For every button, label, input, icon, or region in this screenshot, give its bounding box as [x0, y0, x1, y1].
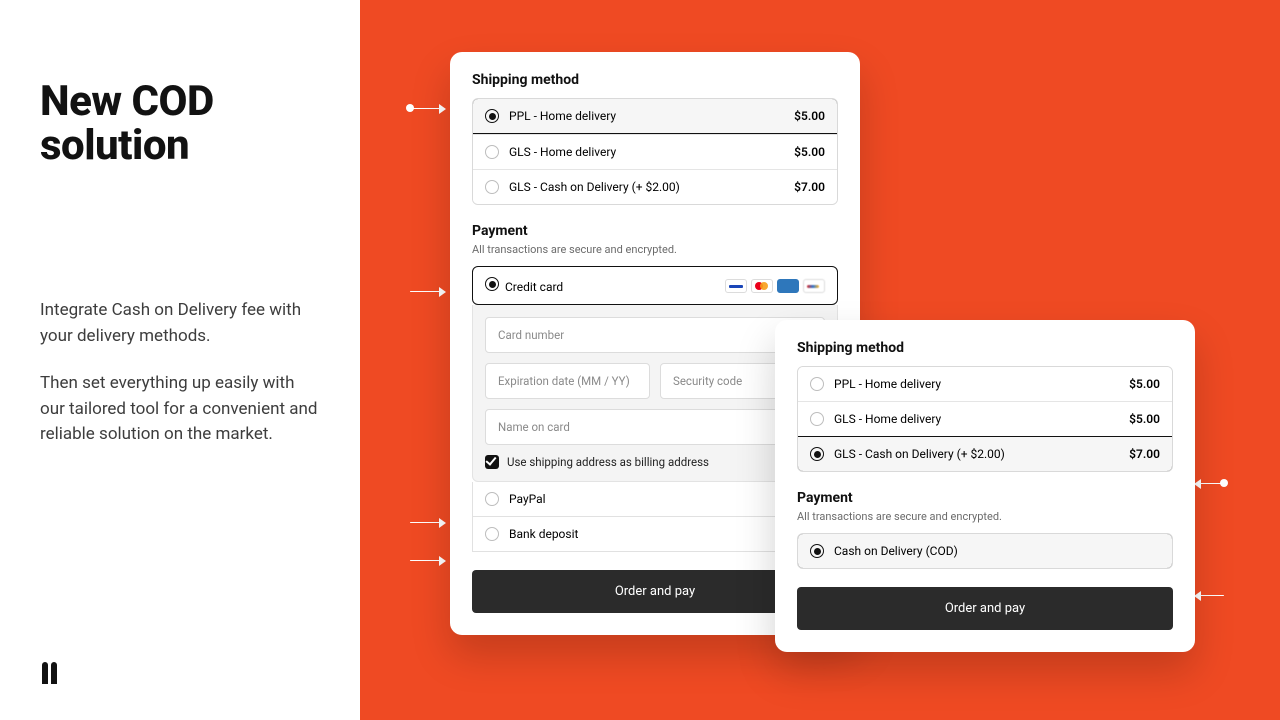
- payment-option-label: Bank deposit: [509, 527, 578, 541]
- amex-icon: [777, 279, 799, 293]
- radio-icon: [810, 377, 824, 391]
- more-cards-icon: [803, 279, 825, 293]
- card-brand-icons: [725, 279, 825, 293]
- payment-option-cod[interactable]: Cash on Delivery (COD): [797, 533, 1173, 569]
- radio-icon: [485, 109, 499, 123]
- shipping-option-price: $5.00: [1129, 412, 1160, 426]
- mastercard-icon: [751, 279, 773, 293]
- shipping-option-price: $7.00: [794, 180, 825, 194]
- connector-arrow: [410, 108, 440, 109]
- radio-icon: [485, 527, 499, 541]
- payment-options: Cash on Delivery (COD): [797, 533, 1173, 569]
- payment-option-label: Credit card: [505, 280, 563, 294]
- shipping-option-label: PPL - Home delivery: [509, 109, 616, 123]
- shipping-option[interactable]: GLS - Home delivery $5.00: [473, 134, 837, 169]
- radio-icon: [485, 145, 499, 159]
- shipping-title: Shipping method: [797, 340, 1173, 356]
- connector-line: [0, 452, 1, 564]
- order-pay-button[interactable]: Order and pay: [797, 587, 1173, 630]
- checkout-card-cod: Shipping method PPL - Home delivery $5.0…: [775, 320, 1195, 652]
- radio-icon: [810, 447, 824, 461]
- shipping-option[interactable]: PPL - Home delivery $5.00: [798, 367, 1172, 401]
- shipping-option-price: $5.00: [794, 145, 825, 159]
- shipping-option[interactable]: PPL - Home delivery $5.00: [472, 98, 838, 134]
- connector-arrow: [410, 560, 440, 561]
- radio-icon: [810, 544, 824, 558]
- visa-icon: [725, 279, 747, 293]
- shipping-option-label: GLS - Cash on Delivery (+ $2.00): [509, 180, 680, 194]
- radio-icon: [485, 492, 499, 506]
- connector-arrow: [410, 522, 440, 523]
- shipping-option-price: $7.00: [1129, 447, 1160, 461]
- hero-paragraph-2: Then set everything up easily with our t…: [40, 371, 320, 448]
- shipping-option-price: $5.00: [1129, 377, 1160, 391]
- payment-option-label: Cash on Delivery (COD): [834, 544, 958, 558]
- connector-arrow: [410, 291, 440, 292]
- radio-icon: [810, 412, 824, 426]
- brand-logo: [42, 662, 64, 684]
- shipping-option[interactable]: GLS - Home delivery $5.00: [798, 401, 1172, 436]
- hero-title: New COD solution: [40, 80, 320, 168]
- shipping-options: PPL - Home delivery $5.00 GLS - Home del…: [797, 366, 1173, 472]
- shipping-option-price: $5.00: [794, 109, 825, 123]
- shipping-title: Shipping method: [472, 72, 838, 88]
- shipping-option-label: GLS - Home delivery: [834, 412, 941, 426]
- payment-option-credit[interactable]: Credit card: [472, 266, 838, 305]
- expiry-input[interactable]: Expiration date (MM / YY): [485, 363, 650, 399]
- billing-same-checkbox[interactable]: Use shipping address as billing address: [485, 455, 825, 469]
- payment-title: Payment: [472, 223, 838, 239]
- shipping-option-label: GLS - Cash on Delivery (+ $2.00): [834, 447, 1005, 461]
- billing-same-label: Use shipping address as billing address: [507, 455, 709, 469]
- checkbox-checked-icon: [485, 455, 499, 469]
- radio-icon: [485, 277, 499, 291]
- payment-title: Payment: [797, 490, 1173, 506]
- shipping-options: PPL - Home delivery $5.00 GLS - Home del…: [472, 98, 838, 205]
- connector-line: [0, 0, 1, 452]
- payment-option-label: PayPal: [509, 492, 546, 506]
- shipping-option-label: GLS - Home delivery: [509, 145, 616, 159]
- shipping-option-label: PPL - Home delivery: [834, 377, 941, 391]
- hero-copy: New COD solution Integrate Cash on Deliv…: [40, 80, 320, 470]
- payment-subtitle: All transactions are secure and encrypte…: [472, 243, 838, 256]
- shipping-option[interactable]: GLS - Cash on Delivery (+ $2.00) $7.00: [473, 169, 837, 204]
- connector-arrow: [1200, 595, 1224, 596]
- shipping-option[interactable]: GLS - Cash on Delivery (+ $2.00) $7.00: [797, 436, 1173, 472]
- cardholder-name-input[interactable]: Name on card: [485, 409, 825, 445]
- connector-arrow: [1200, 483, 1224, 484]
- radio-icon: [485, 180, 499, 194]
- card-number-input[interactable]: Card number: [485, 317, 825, 353]
- hero-paragraph-1: Integrate Cash on Delivery fee with your…: [40, 298, 320, 349]
- payment-subtitle: All transactions are secure and encrypte…: [797, 510, 1173, 523]
